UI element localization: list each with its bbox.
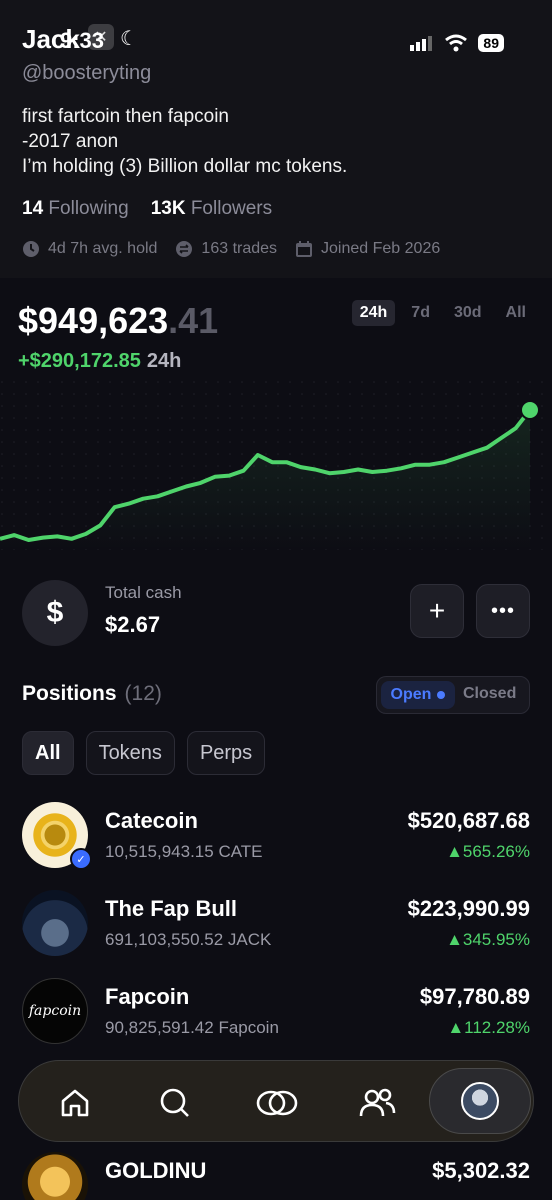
clock-icon xyxy=(23,241,39,257)
goldinu-avatar xyxy=(22,1152,88,1200)
filter-perps[interactable]: Perps xyxy=(186,731,266,775)
position-row-fap-bull[interactable]: The Fap Bull 691,103,550.52 JACK $223,99… xyxy=(22,890,530,956)
user-handle: @boosteryting xyxy=(22,62,152,84)
fapcoin-avatar: fapcoin xyxy=(22,978,88,1044)
portfolio-change: +$290,172.85 24h xyxy=(18,350,182,372)
home-icon[interactable] xyxy=(51,1079,99,1127)
position-row-catecoin[interactable]: ✓ Catecoin 10,515,943.15 CATE $520,687.6… xyxy=(22,802,530,870)
wifi-icon xyxy=(445,34,468,52)
profile-meta: 4d 7h avg. hold 163 trades Joined Feb 20… xyxy=(22,240,440,258)
filter-all[interactable]: All xyxy=(22,731,74,775)
range-tab-all[interactable]: All xyxy=(498,300,534,326)
calendar-icon xyxy=(296,241,313,257)
position-row-goldinu[interactable]: GOLDINU $5,302.32 xyxy=(22,1152,530,1200)
follow-stats: 14 Following 13K Followers xyxy=(22,198,272,220)
position-filters: All Tokens Perps xyxy=(22,731,266,775)
following-stat[interactable]: 14 Following xyxy=(22,198,129,220)
people-icon[interactable] xyxy=(353,1079,401,1127)
portfolio-chart xyxy=(0,380,552,550)
battery-indicator: 89 xyxy=(478,34,504,52)
swap-icon xyxy=(176,241,193,257)
dollar-icon: $ xyxy=(22,580,88,646)
filter-tokens[interactable]: Tokens xyxy=(85,731,175,775)
more-options-button[interactable]: ••• xyxy=(476,584,530,638)
search-icon[interactable] xyxy=(151,1079,199,1127)
profile-tab[interactable] xyxy=(429,1068,531,1134)
bottom-nav xyxy=(18,1060,534,1142)
status-time: 9:33 xyxy=(60,28,105,53)
toggle-open[interactable]: Open xyxy=(381,681,455,709)
avg-hold: 4d 7h avg. hold xyxy=(22,240,157,258)
bio: first fartcoin then fapcoin -2017 anon I… xyxy=(22,104,347,179)
bio-line: I’m holding (3) Billion dollar mc tokens… xyxy=(22,156,348,177)
followers-stat[interactable]: 13K Followers xyxy=(151,198,272,220)
join-date: Joined Feb 2026 xyxy=(295,240,440,258)
fap-bull-avatar xyxy=(22,890,88,956)
cash-label: Total cash xyxy=(105,583,182,602)
chart-current-point xyxy=(520,400,540,420)
cash-value: $2.67 xyxy=(105,612,161,637)
profile-avatar xyxy=(461,1082,499,1120)
range-tabs: 24h 7d 30d All xyxy=(351,300,534,326)
status-indicators: 89 xyxy=(410,34,504,52)
portfolio-balance: $949,623.41 xyxy=(18,300,219,341)
range-tab-7d[interactable]: 7d xyxy=(403,300,438,326)
bio-line: first fartcoin then fapcoin xyxy=(22,106,229,127)
open-closed-toggle: Open Closed xyxy=(376,676,530,714)
position-row-fapcoin[interactable]: fapcoin Fapcoin 90,825,591.42 Fapcoin $9… xyxy=(22,978,530,1044)
moon-icon: ☾ xyxy=(120,28,138,50)
swap-icon[interactable] xyxy=(253,1079,301,1127)
signal-icon xyxy=(410,36,433,51)
toggle-closed[interactable]: Closed xyxy=(463,685,516,703)
positions-title: Positions (12) xyxy=(22,682,162,705)
bio-line: -2017 anon xyxy=(22,131,119,152)
range-tab-30d[interactable]: 30d xyxy=(446,300,490,326)
verified-icon: ✓ xyxy=(70,848,92,870)
trades-count: 163 trades xyxy=(175,240,277,258)
range-tab-24h[interactable]: 24h xyxy=(351,300,396,326)
add-cash-button[interactable]: + xyxy=(410,584,464,638)
